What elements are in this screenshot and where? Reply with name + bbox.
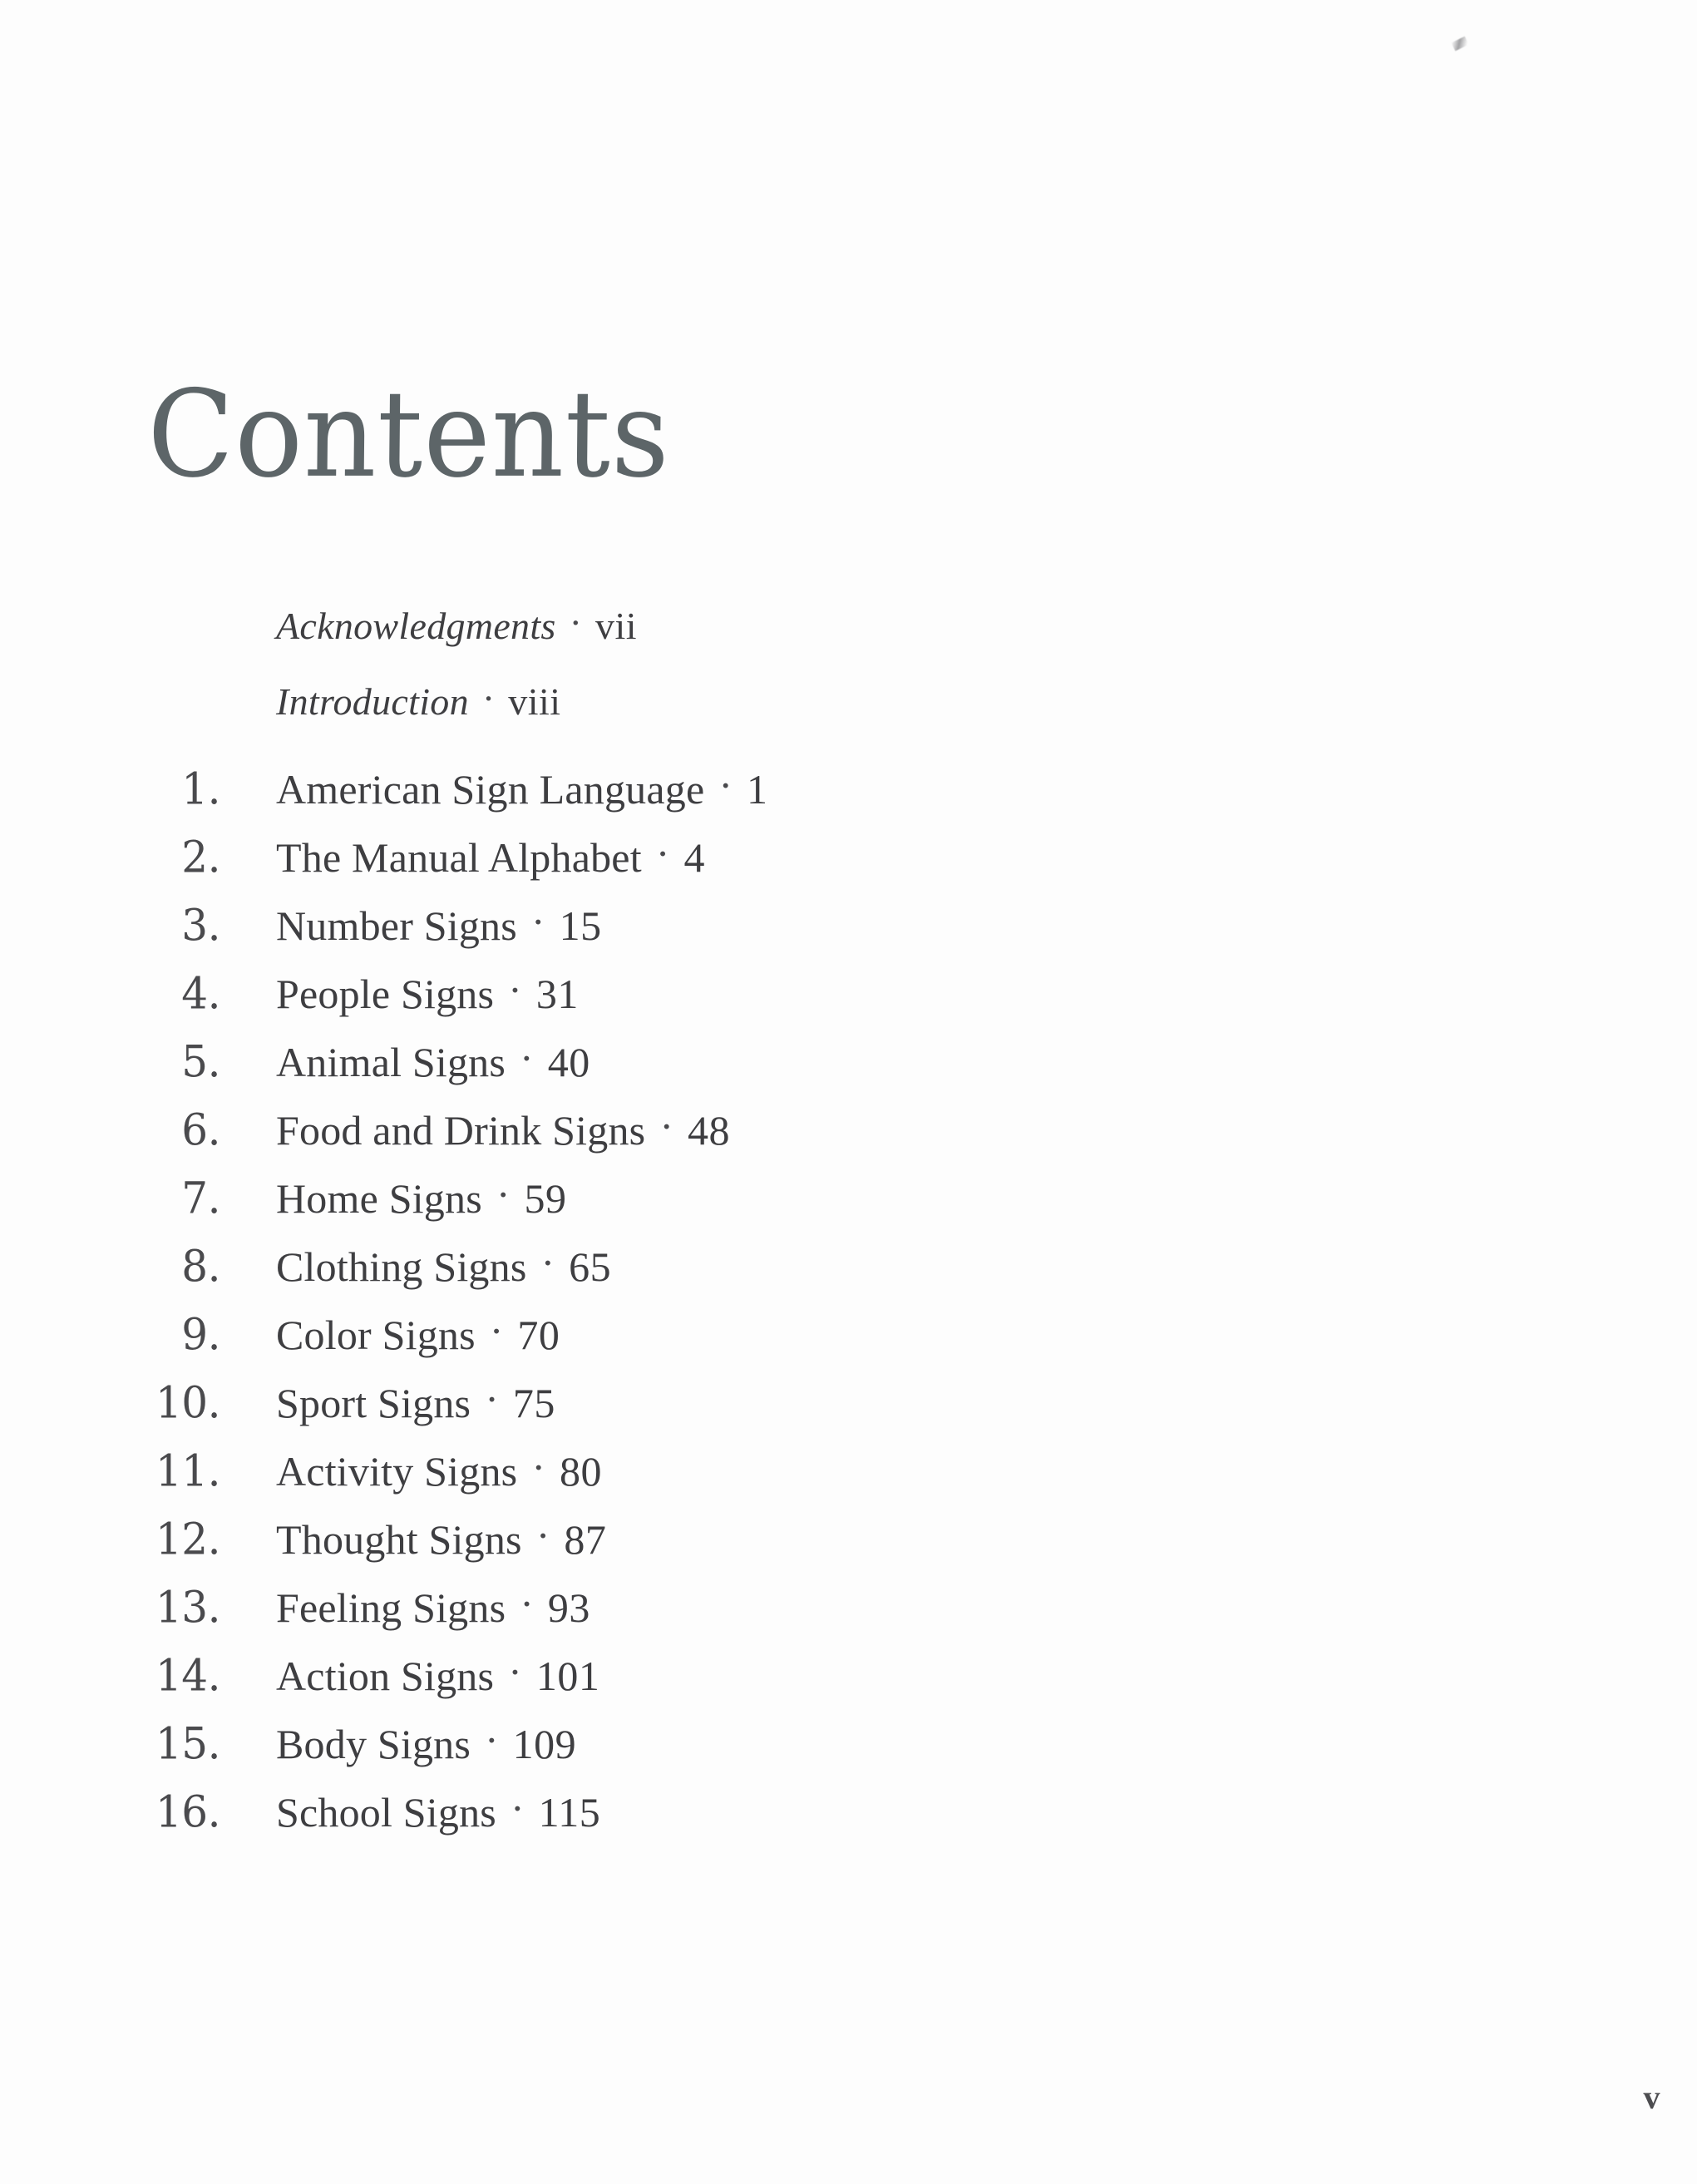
front-matter-page-number: viii xyxy=(508,680,561,723)
entry-separator-dot: · xyxy=(718,762,733,808)
chapter-entry[interactable]: 10. Sport Signs · 75 xyxy=(125,1376,1289,1447)
entry-separator-dot: · xyxy=(481,677,496,719)
chapter-page-number: 48 xyxy=(687,1107,730,1154)
chapter-entry[interactable]: 12. Thought Signs · 87 xyxy=(125,1512,1289,1584)
entry-separator-dot: · xyxy=(531,1444,545,1490)
scan-artifact-mark xyxy=(1451,36,1469,52)
entry-separator-dot: · xyxy=(569,601,582,644)
chapter-title: Thought Signs xyxy=(276,1516,522,1563)
chapter-entry[interactable]: 11. Activity Signs · 80 xyxy=(125,1444,1289,1515)
chapter-number: 16. xyxy=(155,1786,221,1838)
chapter-entry[interactable]: 6. Food and Drink Signs · 48 xyxy=(125,1103,1289,1174)
entry-separator-dot: · xyxy=(510,1785,525,1831)
chapter-page-number: 70 xyxy=(517,1312,560,1358)
entry-separator-dot: · xyxy=(485,1717,499,1763)
entry-separator-dot: · xyxy=(489,1307,504,1354)
page-title: Contents xyxy=(146,365,671,505)
chapter-number: 10. xyxy=(155,1377,221,1429)
chapter-list: 1. American Sign Language · 1 2. The Manual A… xyxy=(125,762,1289,1856)
chapter-entry[interactable]: 3. Number Signs · 15 xyxy=(125,898,1289,970)
chapter-page-number: 87 xyxy=(564,1516,607,1563)
chapter-title: School Signs xyxy=(276,1789,496,1836)
chapter-page-number: 1 xyxy=(747,766,768,813)
chapter-number: 8. xyxy=(181,1241,220,1292)
chapter-title: American Sign Language xyxy=(276,766,705,813)
chapter-number: 15. xyxy=(155,1718,221,1770)
chapter-number: 1. xyxy=(181,763,220,815)
entry-separator-dot: · xyxy=(535,1512,550,1559)
chapter-number: 3. xyxy=(181,900,220,951)
entry-separator-dot: · xyxy=(485,1376,499,1422)
entry-separator-dot: · xyxy=(520,1035,534,1081)
chapter-number: 12. xyxy=(155,1514,221,1565)
chapter-number: 9. xyxy=(181,1309,220,1361)
front-matter-label: Introduction xyxy=(276,680,469,723)
page-surface: Contents Acknowledgments · vii Introduction… xyxy=(0,0,1697,2184)
front-matter-page-number: vii xyxy=(594,605,638,647)
chapter-entry[interactable]: 13. Feeling Signs · 93 xyxy=(125,1580,1289,1652)
chapter-page-number: 59 xyxy=(524,1175,567,1222)
chapter-title: People Signs xyxy=(276,971,495,1017)
entry-separator-dot: · xyxy=(540,1239,555,1286)
chapter-page-number: 40 xyxy=(547,1039,590,1085)
chapter-page-number: 15 xyxy=(559,902,602,949)
chapter-number: 13. xyxy=(155,1582,221,1633)
chapter-title: Feeling Signs xyxy=(276,1584,506,1631)
chapter-entry[interactable]: 15. Body Signs · 109 xyxy=(125,1717,1289,1788)
chapter-page-number: 80 xyxy=(559,1448,602,1495)
chapter-title: Action Signs xyxy=(276,1653,495,1699)
chapter-number: 4. xyxy=(181,968,220,1020)
chapter-entry[interactable]: 9. Color Signs · 70 xyxy=(125,1307,1289,1379)
front-matter-entry[interactable]: Introduction · viii xyxy=(276,679,1274,723)
entry-separator-dot: · xyxy=(530,898,545,945)
chapter-entry[interactable]: 1. American Sign Language · 1 xyxy=(125,762,1289,833)
chapter-page-number: 65 xyxy=(569,1243,612,1290)
chapter-entry[interactable]: 8. Clothing Signs · 65 xyxy=(125,1239,1289,1311)
chapter-entry[interactable]: 5. Animal Signs · 40 xyxy=(125,1035,1289,1106)
chapter-page-number: 115 xyxy=(538,1789,601,1836)
entry-separator-dot: · xyxy=(659,1103,673,1149)
chapter-title: Color Signs xyxy=(276,1312,476,1358)
chapter-entry[interactable]: 2. The Manual Alphabet · 4 xyxy=(125,830,1289,902)
entry-separator-dot: · xyxy=(496,1171,511,1218)
chapter-page-number: 109 xyxy=(512,1721,577,1767)
chapter-title: Food and Drink Signs xyxy=(276,1107,646,1154)
chapter-number: 11. xyxy=(155,1445,221,1497)
chapter-title: Number Signs xyxy=(276,902,517,949)
chapter-title: The Manual Alphabet xyxy=(276,834,642,881)
chapter-page-number: 101 xyxy=(535,1653,600,1699)
chapter-page-number: 4 xyxy=(683,834,705,881)
chapter-number: 6. xyxy=(181,1104,220,1156)
chapter-number: 5. xyxy=(181,1036,220,1088)
chapter-title: Clothing Signs xyxy=(276,1243,527,1290)
entry-separator-dot: · xyxy=(508,1648,522,1695)
chapter-number: 2. xyxy=(181,832,220,883)
chapter-entry[interactable]: 14. Action Signs · 101 xyxy=(125,1648,1289,1720)
chapter-entry[interactable]: 7. Home Signs · 59 xyxy=(125,1171,1289,1243)
front-matter-list: Acknowledgments · vii Introduction · viii xyxy=(276,601,1274,758)
front-matter-entry[interactable]: Acknowledgments · vii xyxy=(276,601,1274,647)
chapter-title: Animal Signs xyxy=(276,1039,506,1085)
chapter-page-number: 75 xyxy=(512,1380,555,1426)
entry-separator-dot: · xyxy=(508,966,522,1013)
chapter-number: 14. xyxy=(155,1650,221,1702)
chapter-entry[interactable]: 16. School Signs · 115 xyxy=(125,1785,1289,1856)
chapter-number: 7. xyxy=(181,1173,220,1224)
chapter-page-number: 31 xyxy=(535,971,579,1017)
entry-separator-dot: · xyxy=(520,1580,534,1627)
chapter-title: Body Signs xyxy=(276,1721,471,1767)
entry-separator-dot: · xyxy=(655,830,670,877)
chapter-title: Sport Signs xyxy=(276,1380,471,1426)
chapter-title: Home Signs xyxy=(276,1175,482,1222)
chapter-page-number: 93 xyxy=(547,1584,590,1631)
chapter-title: Activity Signs xyxy=(276,1448,518,1495)
chapter-entry[interactable]: 4. People Signs · 31 xyxy=(125,966,1289,1038)
page-folio: v xyxy=(1643,2078,1660,2116)
front-matter-label: Acknowledgments xyxy=(276,605,556,647)
